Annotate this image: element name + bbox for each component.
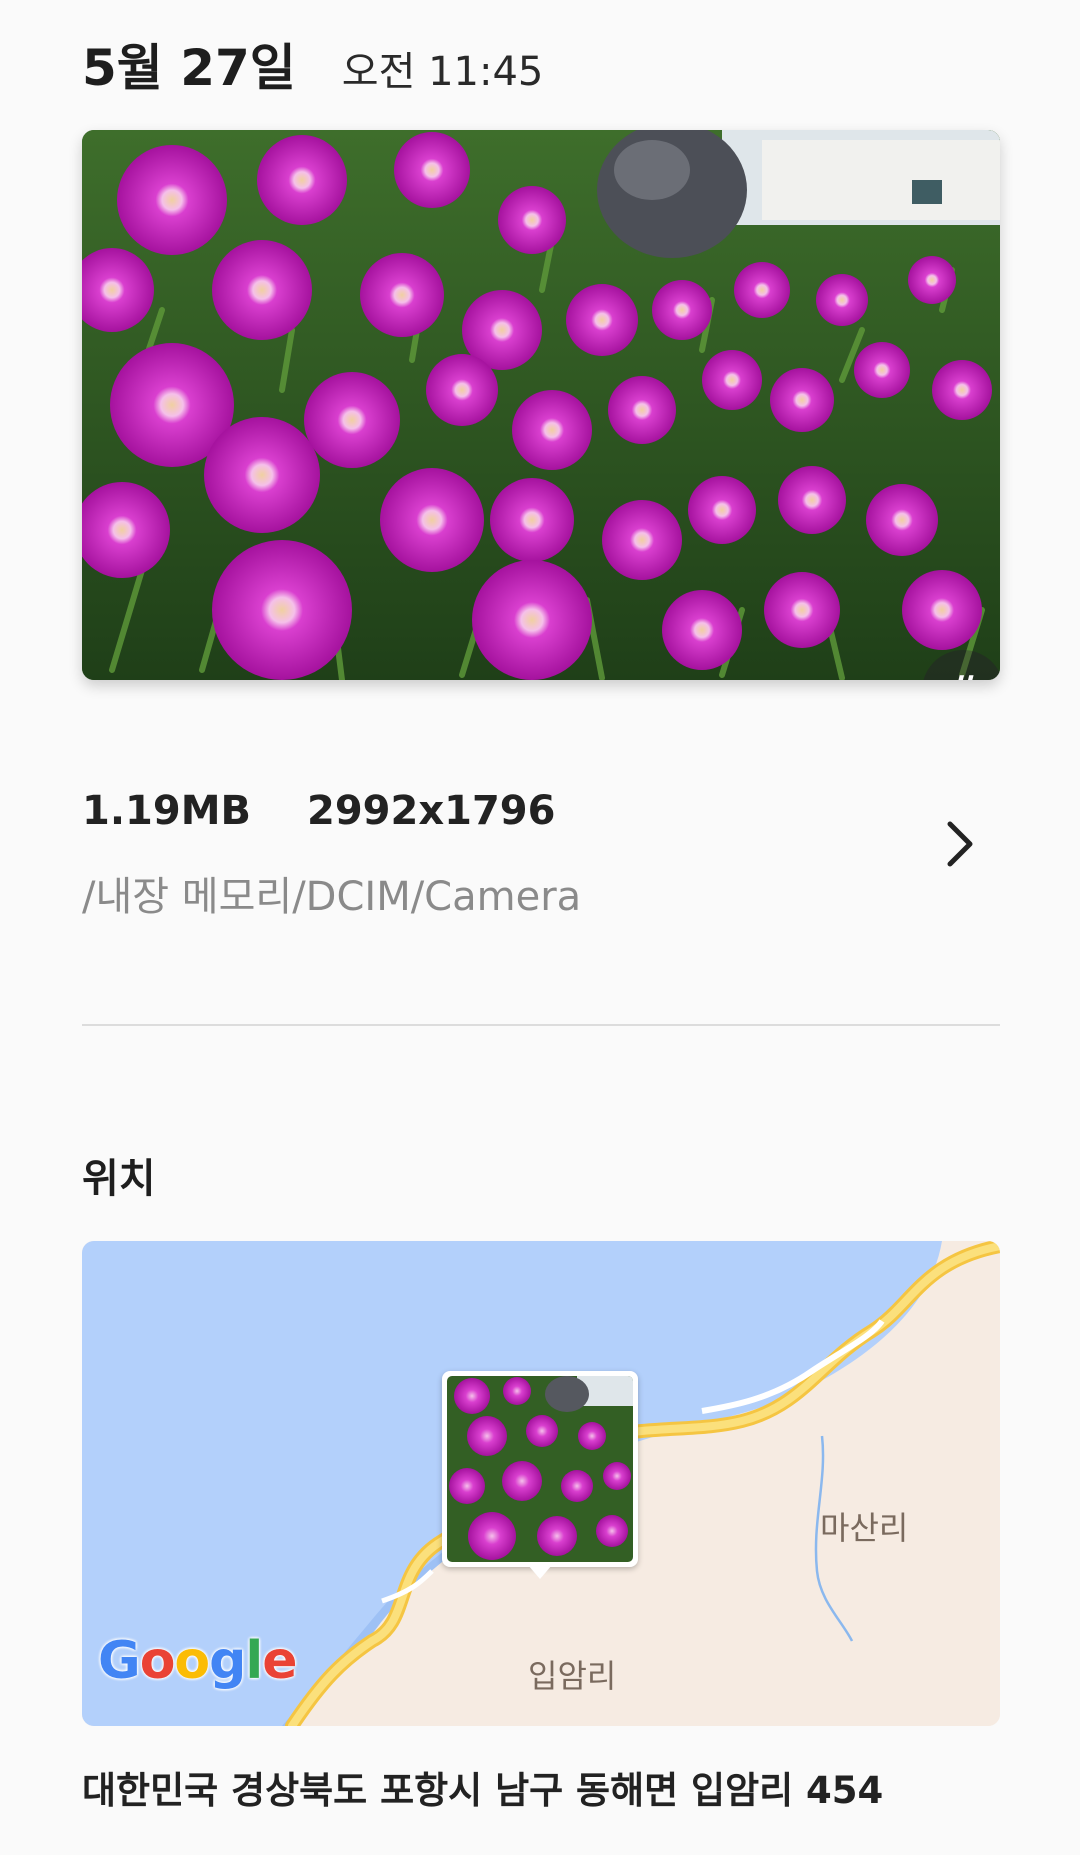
location-address: 대한민국 경상북도 포항시 남구 동해면 입암리 454 [82,1769,884,1812]
file-path: /내장 메모리/DCIM/Camera [82,874,582,920]
divider [82,1024,1000,1026]
pin-thumbnail [447,1376,633,1562]
file-resolution: 2992x1796 [306,788,556,834]
header: 5월 27일 오전 11:45 [82,28,543,100]
map-label-ibamri: 입암리 [528,1657,617,1695]
photo-time: 오전 11:45 [341,49,544,95]
photo-date: 5월 27일 [82,39,296,97]
photo-preview[interactable]: # [82,130,1000,680]
file-meta: 1.19MB 2992x1796 [82,788,1000,834]
location-section-title: 위치 [82,1156,156,1202]
photo-image [82,130,1000,680]
location-map[interactable]: 마산리 입암리 Google [82,1241,1000,1726]
chevron-right-icon [947,821,973,867]
hashtag-icon: # [946,668,980,680]
google-logo: Google [98,1631,298,1691]
file-details-row[interactable]: 1.19MB 2992x1796 /내장 메모리/DCIM/Camera [82,788,1000,958]
map-photo-pin[interactable] [442,1371,638,1583]
map-label-masanri: 마산리 [820,1509,909,1547]
file-size: 1.19MB [82,788,251,834]
